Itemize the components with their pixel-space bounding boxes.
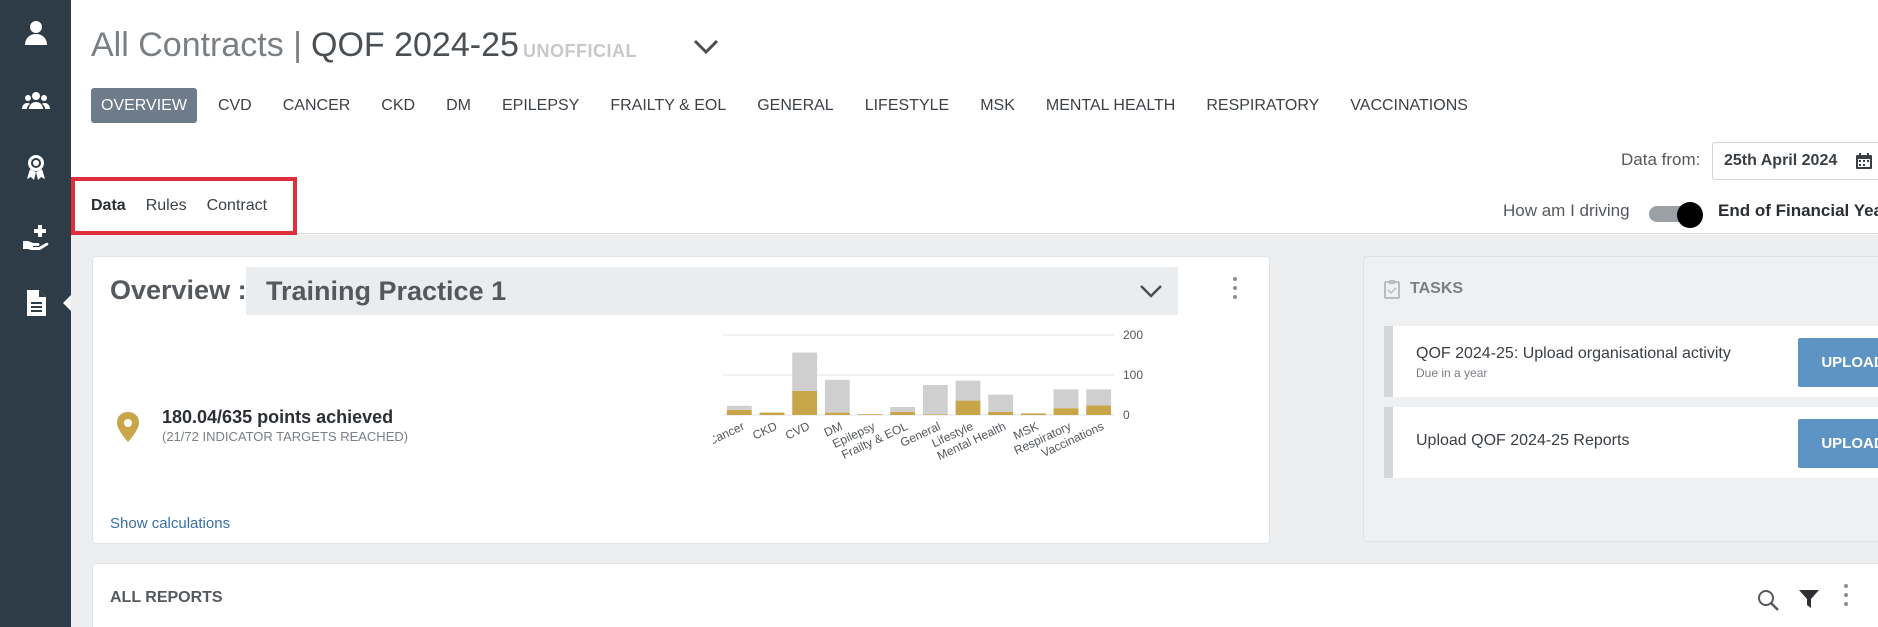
search-icon[interactable] [1756, 588, 1780, 612]
award-ribbon-icon[interactable] [0, 139, 71, 195]
data-from-date-picker[interactable]: 25th April 2024 [1712, 142, 1878, 180]
tab-overview[interactable]: OVERVIEW [91, 88, 197, 123]
bar-frailty-eol-series-0[interactable] [890, 411, 916, 415]
sidebar [0, 0, 71, 627]
hand-medical-icon[interactable] [0, 209, 71, 265]
upload-button[interactable]: UPLOAD [1798, 419, 1878, 468]
bar-general-series-0[interactable] [922, 414, 948, 415]
bar-epilepsy-series-0[interactable] [857, 414, 883, 415]
bar-dm-series-1[interactable] [824, 379, 850, 413]
driving-label: How am I driving [1503, 201, 1630, 220]
tab-vaccinations[interactable]: VACCINATIONS [1340, 88, 1478, 123]
header: All Contracts | QOF 2024-25 UNOFFICIAL O… [71, 0, 1878, 235]
view-subtabs: Data Rules Contract [71, 177, 297, 235]
end-of-financial-year-label: End of Financial Year [1718, 201, 1878, 220]
y-tick-label: 0 [1123, 408, 1130, 422]
task-due: Due in a year [1416, 366, 1488, 380]
calendar-icon [1856, 153, 1872, 169]
task-title: Upload QOF 2024-25 Reports [1416, 432, 1630, 449]
tasks-card: TASKS QOF 2024-25: Upload organisational… [1363, 256, 1878, 542]
tab-general[interactable]: GENERAL [747, 88, 843, 123]
chevron-down-icon [1140, 285, 1162, 298]
tab-mental-health[interactable]: MENTAL HEALTH [1036, 88, 1186, 123]
bar-cvd-series-0[interactable] [792, 391, 818, 415]
tab-dm[interactable]: DM [436, 88, 481, 123]
data-from-label: Data from: [1621, 150, 1701, 169]
driving-toggle[interactable] [1649, 202, 1703, 228]
y-tick-label: 100 [1123, 368, 1143, 382]
task-item: QOF 2024-25: Upload organisational activ… [1384, 326, 1878, 397]
reports-menu-icon[interactable] [1841, 584, 1851, 614]
subtab-contract[interactable]: Contract [207, 197, 267, 215]
tasks-title: TASKS [1410, 280, 1464, 297]
bar-msk-series-0[interactable] [1020, 413, 1046, 415]
contract-dropdown-chevron-icon[interactable] [691, 34, 721, 58]
x-tick-label: Cancer [713, 419, 747, 448]
contract-title: QOF 2024-25 [311, 26, 519, 64]
bar-cancer-series-0[interactable] [726, 409, 752, 415]
overview-menu-icon[interactable] [1230, 277, 1240, 307]
bar-cvd-series-1[interactable] [792, 352, 818, 391]
tasks-header: TASKS [1384, 279, 1463, 299]
tab-cvd[interactable]: CVD [208, 88, 262, 123]
x-tick-label: CKD [750, 419, 779, 443]
data-from-value: 25th April 2024 [1724, 152, 1838, 169]
bar-respiratory-series-0[interactable] [1053, 408, 1079, 415]
task-item: Upload QOF 2024-25 Reports UPLOAD [1384, 407, 1878, 478]
tab-ckd[interactable]: CKD [371, 88, 425, 123]
document-icon[interactable] [0, 275, 71, 331]
status-badge: UNOFFICIAL [523, 41, 637, 61]
active-indicator [63, 295, 71, 311]
bar-vaccinations-series-0[interactable] [1086, 405, 1112, 415]
practice-select[interactable]: Training Practice 1 [246, 267, 1178, 315]
subtab-rules[interactable]: Rules [146, 197, 187, 215]
location-pin-icon [117, 412, 139, 442]
upload-button[interactable]: UPLOAD [1798, 338, 1878, 387]
toggle-knob [1677, 202, 1703, 228]
bar-lifestyle-series-1[interactable] [955, 380, 981, 401]
clipboard-icon [1384, 280, 1400, 299]
y-tick-label: 200 [1123, 328, 1143, 342]
x-tick-label: CVD [783, 419, 812, 443]
bar-mental-health-series-0[interactable] [988, 411, 1014, 415]
points-achieved: 180.04/635 points achieved [162, 407, 394, 427]
reports-card: ALL REPORTS [92, 563, 1878, 627]
overview-card: Overview : Training Practice 1 180.04/63… [92, 256, 1270, 544]
reports-title: ALL REPORTS [110, 589, 223, 606]
bar-lifestyle-series-0[interactable] [955, 400, 981, 415]
tab-frailty-eol[interactable]: FRAILTY & EOL [600, 88, 736, 123]
bar-dm-series-0[interactable] [824, 412, 850, 415]
overview-title: Overview : [110, 275, 247, 305]
task-title: QOF 2024-25: Upload organisational activ… [1416, 345, 1731, 362]
group-icon[interactable] [0, 73, 71, 129]
bar-frailty-eol-series-1[interactable] [890, 407, 916, 412]
bar-cancer-series-1[interactable] [726, 405, 752, 410]
tab-msk[interactable]: MSK [970, 88, 1025, 123]
tab-respiratory[interactable]: RESPIRATORY [1196, 88, 1329, 123]
tab-cancer[interactable]: CANCER [273, 88, 361, 123]
tab-lifestyle[interactable]: LIFESTYLE [855, 88, 959, 123]
practice-select-value: Training Practice 1 [266, 275, 507, 306]
bar-mental-health-series-1[interactable] [988, 394, 1014, 412]
targets-reached: (21/72 INDICATOR TARGETS REACHED) [162, 429, 409, 444]
bar-ckd-series-0[interactable] [759, 412, 785, 415]
bar-general-series-1[interactable] [922, 385, 948, 415]
bar-respiratory-series-1[interactable] [1053, 389, 1079, 409]
page-title: All Contracts | [91, 26, 303, 64]
user-icon[interactable] [0, 4, 71, 60]
subtab-data[interactable]: Data [91, 197, 126, 215]
category-tabs: OVERVIEW CVD CANCER CKD DM EPILEPSY FRAILTY & … [91, 88, 1489, 123]
points-bar-chart: 0100200Cancer CKD CVD DMEpilepsyFrailty & E… [713, 328, 1143, 463]
bar-vaccinations-series-1[interactable] [1086, 389, 1112, 406]
tab-epilepsy[interactable]: EPILEPSY [492, 88, 589, 123]
filter-icon[interactable] [1798, 588, 1820, 610]
main-area: All Contracts | QOF 2024-25 UNOFFICIAL O… [71, 0, 1878, 627]
show-calculations-link[interactable]: Show calculations [110, 515, 230, 532]
